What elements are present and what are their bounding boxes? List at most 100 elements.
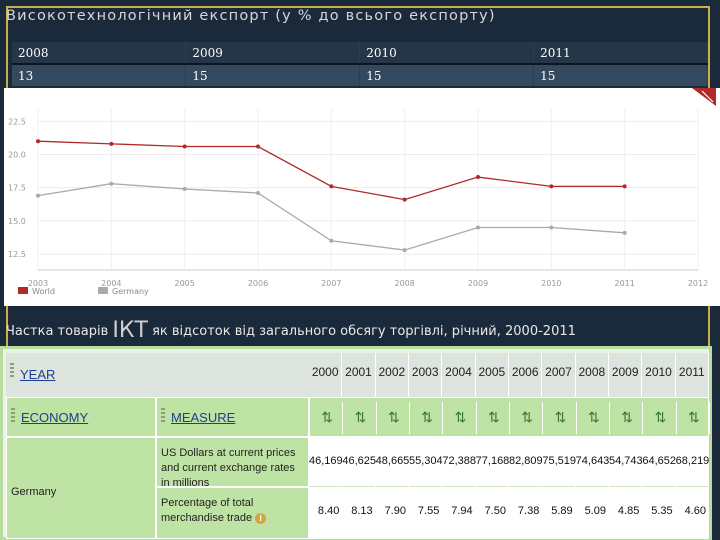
summary-year: 2010	[359, 42, 535, 65]
year-dimension-link[interactable]: YEAR	[20, 367, 55, 382]
usd-value-cell: 72,388	[442, 437, 476, 487]
year-column-header: 2001	[342, 353, 376, 397]
data-point	[476, 225, 480, 230]
data-point	[402, 248, 407, 253]
data-point	[109, 181, 114, 186]
y-tick-label: 22.5	[8, 117, 26, 126]
ict-share-title: Частка товарів ІКТ як відсоток від загал…	[6, 318, 576, 343]
year-column-header: 2000	[309, 353, 343, 397]
year-column-header: 2007	[542, 353, 576, 397]
ict-title-suffix: як відсоток від загального обсягу торгів…	[152, 324, 576, 339]
y-tick-label: 17.5	[8, 184, 26, 193]
drag-handle-icon[interactable]	[161, 408, 165, 424]
drag-handle-icon[interactable]	[11, 408, 15, 424]
legend-swatch	[18, 287, 28, 294]
sort-arrows-icon[interactable]: ⇅	[477, 402, 510, 434]
usd-values-row: 46,169 46,625 48,665 55,304 72,388 77,168 82,8…	[309, 437, 709, 487]
sort-arrows-icon[interactable]: ⇅	[643, 402, 677, 434]
pct-value-cell: 5.89	[542, 487, 576, 539]
summary-value: 13	[12, 64, 187, 86]
ict-title-abbrev: ІКТ	[112, 318, 148, 343]
export-title: Високотехнологічний експорт (у % до всьо…	[6, 8, 496, 24]
data-point	[329, 238, 334, 243]
economy-dimension-link[interactable]: ECONOMY	[21, 410, 88, 425]
usd-value-cell: 55,304	[409, 437, 443, 487]
y-tick-label: 12.5	[8, 250, 26, 259]
pct-value-cell: 8.13	[342, 487, 376, 539]
measure-dimension-link[interactable]: MEASURE	[171, 410, 235, 425]
pct-value-cell: 4.60	[676, 487, 709, 539]
ict-title-prefix: Частка товарів	[6, 324, 109, 339]
measure-pct-label: Percentage of total merchandise trade	[161, 497, 254, 524]
economy-header-cell: ECONOMY	[6, 397, 156, 437]
year-header-strip: 2000 2001 2002 2003 2004 2005 2006 2007 2008 2009…	[309, 353, 709, 397]
year-column-header: 2002	[376, 353, 409, 397]
year-column-header: 2004	[442, 353, 476, 397]
sort-arrows-icon[interactable]: ⇅	[443, 402, 477, 434]
expand-corner-icon[interactable]	[692, 88, 716, 106]
country-label: Germany	[11, 486, 57, 498]
summary-table: 2008 2009 2010 2011 13 15 15 15	[12, 42, 708, 86]
x-tick-label: 2005	[174, 279, 194, 288]
data-point	[622, 184, 627, 189]
year-column-header: 2005	[476, 353, 509, 397]
country-cell: Germany	[6, 437, 156, 539]
x-tick-label: 2007	[321, 279, 341, 288]
summary-value-row: 13 15 15 15	[12, 64, 708, 86]
data-point	[549, 225, 554, 230]
data-point	[36, 193, 40, 198]
x-tick-label: 2008	[394, 279, 414, 288]
years-row: 2000 2001 2002 2003 2004 2005 2006 2007 2008 2009…	[309, 353, 709, 397]
x-tick-label: 2006	[248, 279, 268, 288]
sort-arrows-icon[interactable]: ⇅	[410, 402, 444, 434]
sort-arrows-icon[interactable]: ⇅	[543, 402, 577, 434]
year-column-header: 2008	[576, 353, 609, 397]
pct-values-row: 8.40 8.13 7.90 7.55 7.94 7.50 7.38 5.89 5.09 4.85…	[309, 487, 709, 539]
data-point	[256, 144, 260, 149]
info-icon[interactable]: i	[255, 513, 267, 524]
pct-value-cell: 7.38	[509, 487, 543, 539]
sort-arrows-icon[interactable]: ⇅	[610, 402, 644, 434]
data-point	[36, 139, 40, 144]
pct-value-cell: 5.09	[576, 487, 609, 539]
measure-usd-label: US Dollars at current prices and current…	[161, 447, 296, 489]
usd-value-cell: 54,743	[609, 437, 643, 487]
summary-header-row: 2008 2009 2010 2011	[12, 42, 708, 65]
sort-arrows-icon[interactable]: ⇅	[577, 402, 610, 434]
pct-value-cell: 7.55	[409, 487, 443, 539]
summary-year: 2008	[12, 42, 187, 65]
x-tick-label: 2009	[468, 279, 488, 288]
data-point	[329, 184, 334, 189]
summary-value: 15	[185, 64, 361, 86]
drag-handle-icon[interactable]	[10, 363, 14, 379]
pct-value-cell: 8.40	[309, 487, 343, 539]
line-chart: 22.520.017.515.012.52003 2004 2005 2006 2007…	[8, 108, 708, 296]
data-point	[402, 197, 407, 202]
usd-value-cell: 46,169	[309, 437, 343, 487]
data-point	[182, 144, 187, 149]
data-point	[256, 190, 260, 195]
legend-swatch	[98, 287, 108, 294]
pct-value-cell: 7.50	[476, 487, 509, 539]
sort-arrows-icon[interactable]: ⇅	[510, 402, 544, 434]
oecd-data-table: YEAR 2000 2001 2002 2003 2004 2005 2006 2007 200…	[0, 346, 712, 540]
line-chart-panel: 22.5 20.0 17.5 15.0 12.5 2003 2004 2005 2006 2007…	[4, 88, 720, 306]
sort-arrows-icon[interactable]: ⇅	[310, 402, 344, 434]
x-tick-label: 2012	[688, 279, 708, 288]
data-point	[549, 184, 554, 189]
sort-arrows-icon[interactable]: ⇅	[343, 402, 377, 434]
data-point	[476, 175, 480, 180]
year-header-cell: YEAR	[6, 353, 309, 397]
summary-value: 15	[533, 64, 708, 86]
usd-value-cell: 64,652	[642, 437, 676, 487]
pct-value-cell: 5.35	[642, 487, 676, 539]
sort-arrows-icon[interactable]: ⇅	[377, 402, 410, 434]
x-tick-label: 2011	[614, 279, 634, 288]
usd-value-cell: 75,519	[542, 437, 576, 487]
sort-arrows-icon[interactable]: ⇅	[677, 402, 710, 434]
usd-value-cell: 82,809	[509, 437, 543, 487]
usd-value-cell: 46,625	[342, 437, 376, 487]
measure-usd-cell: US Dollars at current prices and current…	[156, 437, 309, 489]
summary-value: 15	[359, 64, 535, 86]
data-point	[109, 141, 114, 146]
